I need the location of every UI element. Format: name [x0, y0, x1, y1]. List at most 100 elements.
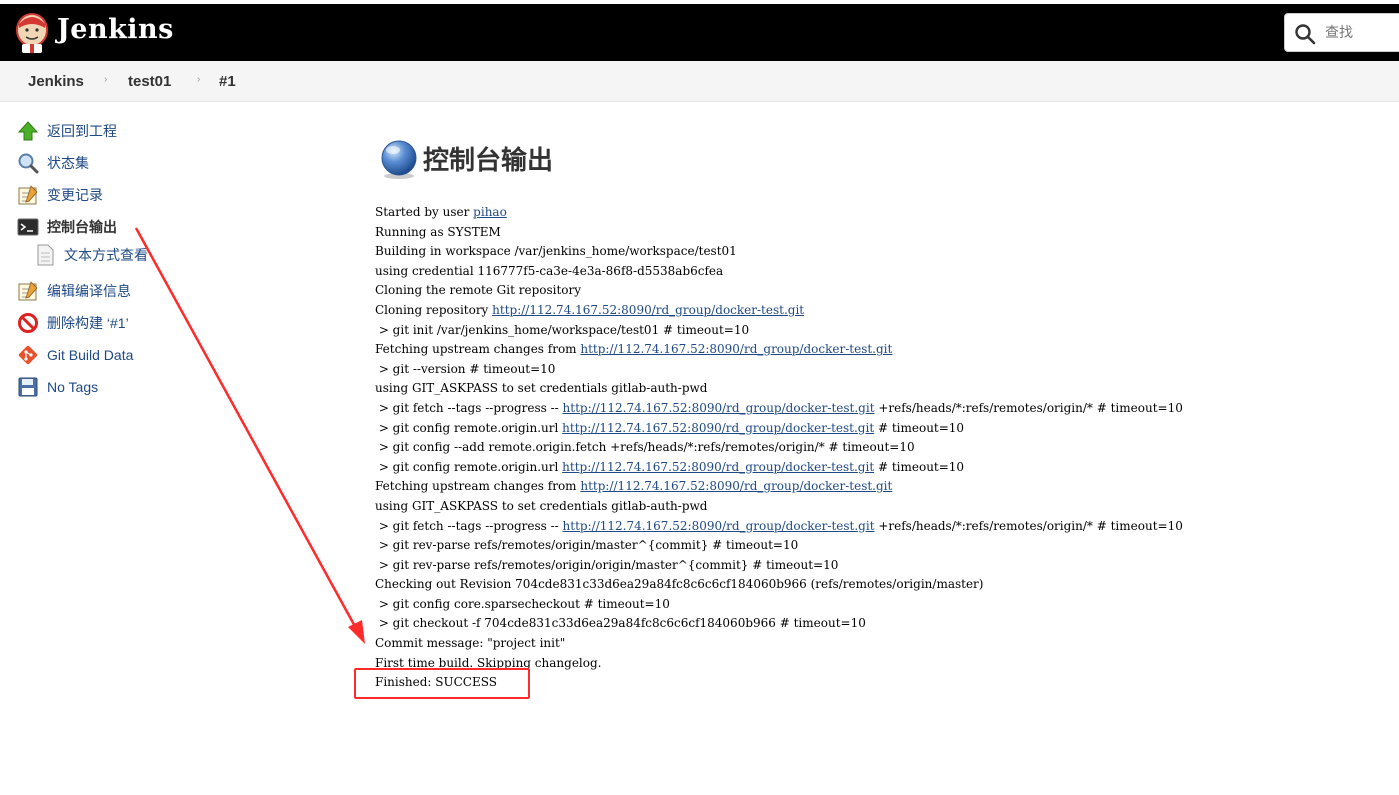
sidebar-item-delete-build[interactable]: 删除构建 ‘#1’ [17, 311, 129, 335]
breadcrumb-jenkins[interactable]: Jenkins [28, 73, 84, 90]
console-line: Commit message: "project init" [375, 634, 1385, 654]
console-line: > git fetch --tags --progress -- http://… [375, 399, 1385, 419]
no-entry-icon [18, 313, 38, 333]
console-link[interactable]: http://112.74.167.52:8090/rd_group/docke… [562, 460, 874, 474]
console-link[interactable]: http://112.74.167.52:8090/rd_group/docke… [580, 342, 892, 356]
notepad-icon [18, 281, 38, 301]
sidebar-item-console-output[interactable]: 控制台输出 [17, 215, 117, 239]
console-line: Checking out Revision 704cde831c33d6ea29… [375, 575, 1385, 595]
sidebar-item-edit-build-info[interactable]: 编辑编译信息 [17, 279, 131, 303]
breadcrumb-test01[interactable]: test01 [128, 73, 171, 90]
console-line: Cloning repository http://112.74.167.52:… [375, 301, 1385, 321]
chevron-right-icon[interactable]: › [104, 74, 107, 85]
console-line: Fetching upstream changes from http://11… [375, 477, 1385, 497]
console-text: Fetching upstream changes from [375, 342, 581, 357]
notepad-icon [18, 185, 38, 205]
console-line: Cloning the remote Git repository [375, 281, 1385, 301]
console-line: > git fetch --tags --progress -- http://… [375, 517, 1385, 537]
document-icon [37, 244, 54, 266]
sidebar-item-label: 编辑编译信息 [47, 283, 131, 299]
console-text: > git config remote.origin.url [375, 420, 563, 435]
console-line: using credential 116777f5-ca3e-4e3a-86f8… [375, 262, 1385, 282]
sidebar-item-label: No Tags [47, 379, 99, 395]
jenkins-logo-icon[interactable] [14, 12, 50, 54]
console-text: Cloning the remote Git repository [375, 283, 582, 298]
sidebar-item-label: 状态集 [47, 155, 89, 171]
floppy-disk-icon [18, 377, 38, 397]
console-link[interactable]: pihao [473, 205, 507, 219]
console-text: # timeout=10 [874, 420, 965, 435]
breadcrumb: Jenkins › test01 › #1 [0, 61, 1399, 102]
console-line: > git config remote.origin.url http://11… [375, 458, 1385, 478]
console-link[interactable]: http://112.74.167.52:8090/rd_group/docke… [580, 479, 892, 493]
chevron-right-icon[interactable]: › [197, 74, 200, 85]
sidebar-item-view-as-plain-text[interactable]: 文本方式查看 [34, 243, 148, 267]
console-text: Started by user [375, 205, 474, 219]
console-line: Running as SYSTEM [375, 223, 1385, 243]
console-line: using GIT_ASKPASS to set credentials git… [375, 379, 1385, 399]
console-line: > git --version # timeout=10 [375, 360, 1385, 380]
console-text: Checking out Revision 704cde831c33d6ea29… [375, 577, 984, 592]
console-globe-icon [381, 140, 417, 179]
sidebar-item-git-build-data[interactable]: Git Build Data [17, 343, 133, 367]
console-text: using GIT_ASKPASS to set credentials git… [375, 381, 708, 396]
up-arrow-icon [17, 121, 39, 141]
brand-name[interactable]: Jenkins [57, 14, 174, 45]
console-output: Started by user pihao Running as SYSTEM Bu… [375, 203, 1385, 693]
console-line: > git rev-parse refs/remotes/origin/orig… [375, 556, 1385, 576]
console-text: Running as SYSTEM [375, 224, 501, 239]
console-line: > git config core.sparsecheckout # timeo… [375, 595, 1385, 615]
console-text: Commit message: "project init" [375, 636, 566, 651]
console-text: > git init /var/jenkins_home/workspace/t… [375, 322, 750, 337]
sidebar-item-label: 控制台输出 [47, 219, 117, 235]
console-text: > git config core.sparsecheckout # timeo… [375, 596, 670, 611]
sidebar-item-no-tags[interactable]: No Tags [17, 375, 98, 399]
console-text: +refs/heads/*:refs/remotes/origin/* # ti… [874, 518, 1183, 533]
console-text: Cloning repository [375, 302, 493, 317]
console-line: using GIT_ASKPASS to set credentials git… [375, 497, 1385, 517]
console-text: > git rev-parse refs/remotes/origin/mast… [375, 538, 799, 553]
console-line: > git checkout -f 704cde831c33d6ea29a84f… [375, 614, 1385, 634]
console-line: > git init /var/jenkins_home/workspace/t… [375, 321, 1385, 341]
sidebar-item-label: 返回到工程 [47, 123, 117, 139]
console-line: Fetching upstream changes from http://11… [375, 340, 1385, 360]
console-text: > git rev-parse refs/remotes/origin/orig… [375, 557, 839, 572]
sidebar-item-status[interactable]: 状态集 [17, 151, 89, 175]
search-icon [1295, 24, 1316, 45]
sidebar-item-back-to-project[interactable]: 返回到工程 [17, 119, 117, 143]
search-input[interactable] [1325, 22, 1399, 44]
console-text: using GIT_ASKPASS to set credentials git… [375, 498, 708, 513]
console-line: > git rev-parse refs/remotes/origin/mast… [375, 536, 1385, 556]
breadcrumb-build-1[interactable]: #1 [219, 73, 236, 90]
console-text: # timeout=10 [874, 459, 965, 474]
console-line: > git config remote.origin.url http://11… [375, 419, 1385, 439]
console-link[interactable]: http://112.74.167.52:8090/rd_group/docke… [563, 401, 875, 415]
console-link[interactable]: http://112.74.167.52:8090/rd_group/docke… [562, 421, 874, 435]
top-header: Jenkins [0, 4, 1399, 61]
search-box[interactable] [1284, 13, 1399, 52]
git-icon [18, 345, 38, 365]
console-line: Started by user pihao [375, 203, 1385, 223]
sidebar-item-label: 变更记录 [47, 187, 103, 203]
console-text: using credential 116777f5-ca3e-4e3a-86f8… [375, 263, 724, 278]
sidebar-item-changes[interactable]: 变更记录 [17, 183, 103, 207]
console-text: Fetching upstream changes from [375, 479, 581, 494]
console-text: > git fetch --tags --progress -- [375, 400, 563, 415]
page-title: 控制台输出 [423, 146, 554, 176]
sidebar-item-label: 文本方式查看 [64, 247, 148, 263]
console-text: > git --version # timeout=10 [375, 361, 556, 376]
sidebar-item-label: Git Build Data [47, 347, 134, 363]
console-link[interactable]: http://112.74.167.52:8090/rd_group/docke… [492, 303, 804, 317]
console-line: > git config --add remote.origin.fetch +… [375, 438, 1385, 458]
console-text: Building in workspace /var/jenkins_home/… [375, 244, 737, 259]
console-text: > git config --add remote.origin.fetch +… [375, 440, 915, 455]
console-text: > git fetch --tags --progress -- [375, 518, 563, 533]
console-text: > git checkout -f 704cde831c33d6ea29a84f… [375, 616, 866, 631]
sidebar-item-label: 删除构建 ‘#1’ [47, 315, 129, 331]
annotation-highlight-box [354, 668, 530, 699]
console-text: +refs/heads/*:refs/remotes/origin/* # ti… [874, 400, 1183, 415]
terminal-icon [17, 218, 39, 236]
console-link[interactable]: http://112.74.167.52:8090/rd_group/docke… [563, 519, 875, 533]
console-text: > git config remote.origin.url [375, 459, 563, 474]
console-line: Building in workspace /var/jenkins_home/… [375, 242, 1385, 262]
